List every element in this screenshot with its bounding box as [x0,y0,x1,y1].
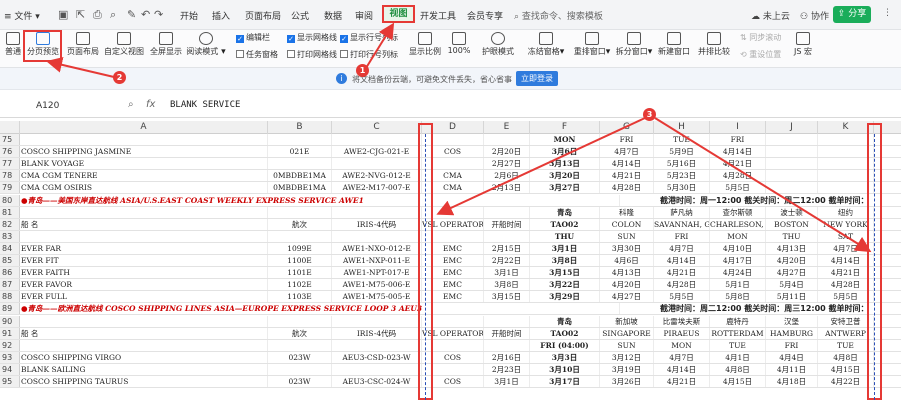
arrow-to-left-break [436,117,646,216]
step-badge-3: 3 [643,108,656,121]
step-badge-2: 2 [113,71,126,84]
arrow-to-view-tab [365,22,395,69]
step-badge-1: 1 [356,64,369,77]
arrow-to-page-break [46,56,115,78]
arrow-to-right-break [654,117,872,253]
annotation-arrows [46,22,872,253]
